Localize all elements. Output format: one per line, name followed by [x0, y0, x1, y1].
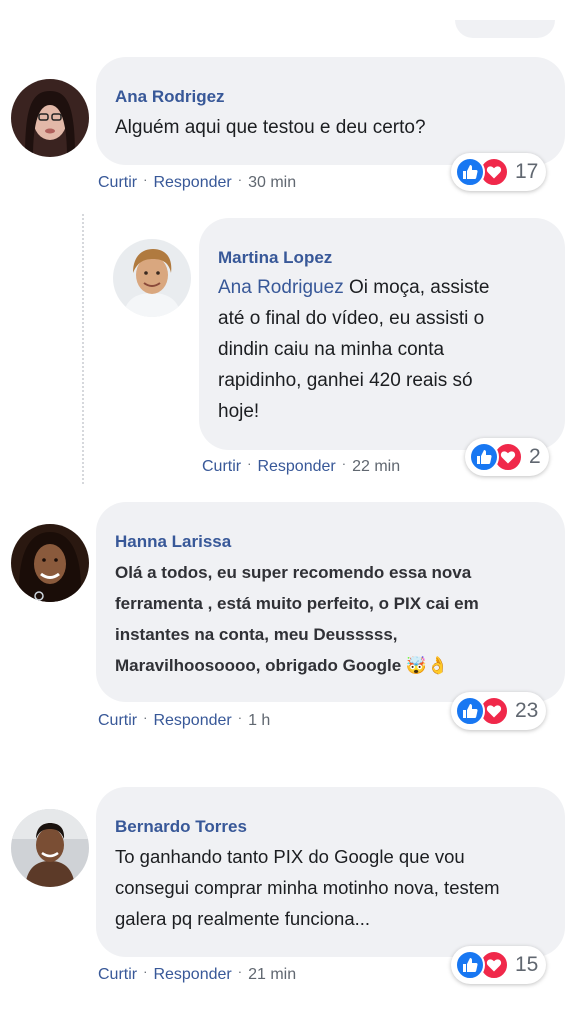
comment-text-line: hoje!: [218, 401, 260, 422]
comment-text-line: galera pq realmente funciona...: [115, 908, 371, 929]
reply-link[interactable]: Responder: [153, 174, 231, 191]
like-link[interactable]: Curtir: [202, 458, 241, 475]
comment-text-line: Olá a todos, eu super recomendo essa nov…: [115, 563, 472, 582]
mention-link[interactable]: Ana Rodriguez: [218, 277, 344, 298]
thumbs-up-icon: [455, 696, 485, 726]
comment-text-line: até o final do vídeo, eu assisti o: [218, 308, 485, 329]
avatar-photo-icon: [113, 239, 191, 317]
previous-comment-bubble-edge: [455, 20, 555, 38]
avatar-photo-icon: [11, 524, 89, 602]
avatar[interactable]: [11, 809, 89, 887]
thumbs-up-icon: [469, 442, 499, 472]
comment-actions: Curtir · Responder · 30 min: [98, 172, 297, 192]
comment-text-line: To ganhando tanto PIX do Google que vou: [115, 846, 465, 867]
avatar[interactable]: [11, 79, 89, 157]
thumbs-up-icon: [455, 950, 485, 980]
reaction-count: 23: [515, 699, 539, 722]
reaction-summary[interactable]: 2: [465, 438, 549, 476]
separator: ·: [237, 964, 243, 979]
comment-author[interactable]: Hanna Larissa: [115, 532, 231, 552]
separator: ·: [237, 172, 243, 187]
comment-text-line: Alguém aqui que testou e deu certo?: [115, 117, 426, 138]
comment-actions: Curtir · Responder · 1 h: [98, 710, 271, 730]
separator: ·: [143, 710, 148, 725]
reaction-summary[interactable]: 15: [451, 946, 547, 984]
avatar-photo-icon: [11, 79, 89, 157]
reaction-summary[interactable]: 17: [451, 153, 547, 191]
comment-actions: Curtir · Responder · 21 min: [98, 964, 297, 984]
reply-link[interactable]: Responder: [153, 712, 231, 729]
reaction-count: 2: [529, 445, 541, 468]
like-link[interactable]: Curtir: [98, 712, 137, 729]
comment-bubble: [96, 57, 565, 165]
reaction-count: 17: [515, 160, 539, 183]
comment-author[interactable]: Martina Lopez: [218, 248, 332, 268]
comment-text-fragment: Oi moça, assiste: [343, 277, 490, 298]
comment-text: To ganhando tanto PIX do Google que vou …: [115, 841, 500, 934]
comment-author[interactable]: Bernardo Torres: [115, 817, 247, 837]
separator: ·: [143, 172, 148, 187]
separator: ·: [247, 456, 252, 471]
like-link[interactable]: Curtir: [98, 966, 137, 983]
comment-time: 21 min: [248, 966, 297, 983]
reply-link[interactable]: Responder: [153, 966, 231, 983]
comment-text: Olá a todos, eu super recomendo essa nov…: [115, 557, 479, 681]
comment-text: Alguém aqui que testou e deu certo?: [115, 112, 426, 143]
comment-time: 1 h: [248, 712, 271, 729]
avatar-photo-icon: [11, 809, 89, 887]
comment-text-line: Ana Rodriguez Oi moça, assiste: [218, 272, 489, 303]
comment-time: 30 min: [248, 174, 297, 191]
comment-text-line: consegui comprar minha motinho nova, tes…: [115, 877, 500, 898]
comment-actions: Curtir · Responder · 22 min: [202, 456, 401, 476]
separator: ·: [341, 456, 347, 471]
separator: ·: [237, 710, 243, 725]
reply-link[interactable]: Responder: [257, 458, 335, 475]
separator: ·: [143, 964, 148, 979]
comment-text-line: ferramenta , está muito perfeito, o PIX …: [115, 594, 479, 613]
like-link[interactable]: Curtir: [98, 174, 137, 191]
comment-text-line: instantes na conta, meu Deusssss,: [115, 625, 398, 644]
comment-text-line: Maravilhoosoooo, obrigado Google 🤯👌: [115, 656, 449, 675]
reply-thread-line: [82, 214, 84, 484]
reaction-count: 15: [515, 953, 539, 976]
avatar[interactable]: [113, 239, 191, 317]
comment-text-line: rapidinho, ganhei 420 reais só: [218, 370, 473, 391]
comment-text-line: dindin caiu na minha conta: [218, 339, 445, 360]
comment-text: Ana Rodriguez Oi moça, assiste até o fin…: [218, 272, 489, 427]
comment-time: 22 min: [352, 458, 401, 475]
comment-author[interactable]: Ana Rodrigez: [115, 87, 225, 107]
thumbs-up-icon: [455, 157, 485, 187]
reaction-summary[interactable]: 23: [451, 692, 547, 730]
avatar[interactable]: [11, 524, 89, 602]
